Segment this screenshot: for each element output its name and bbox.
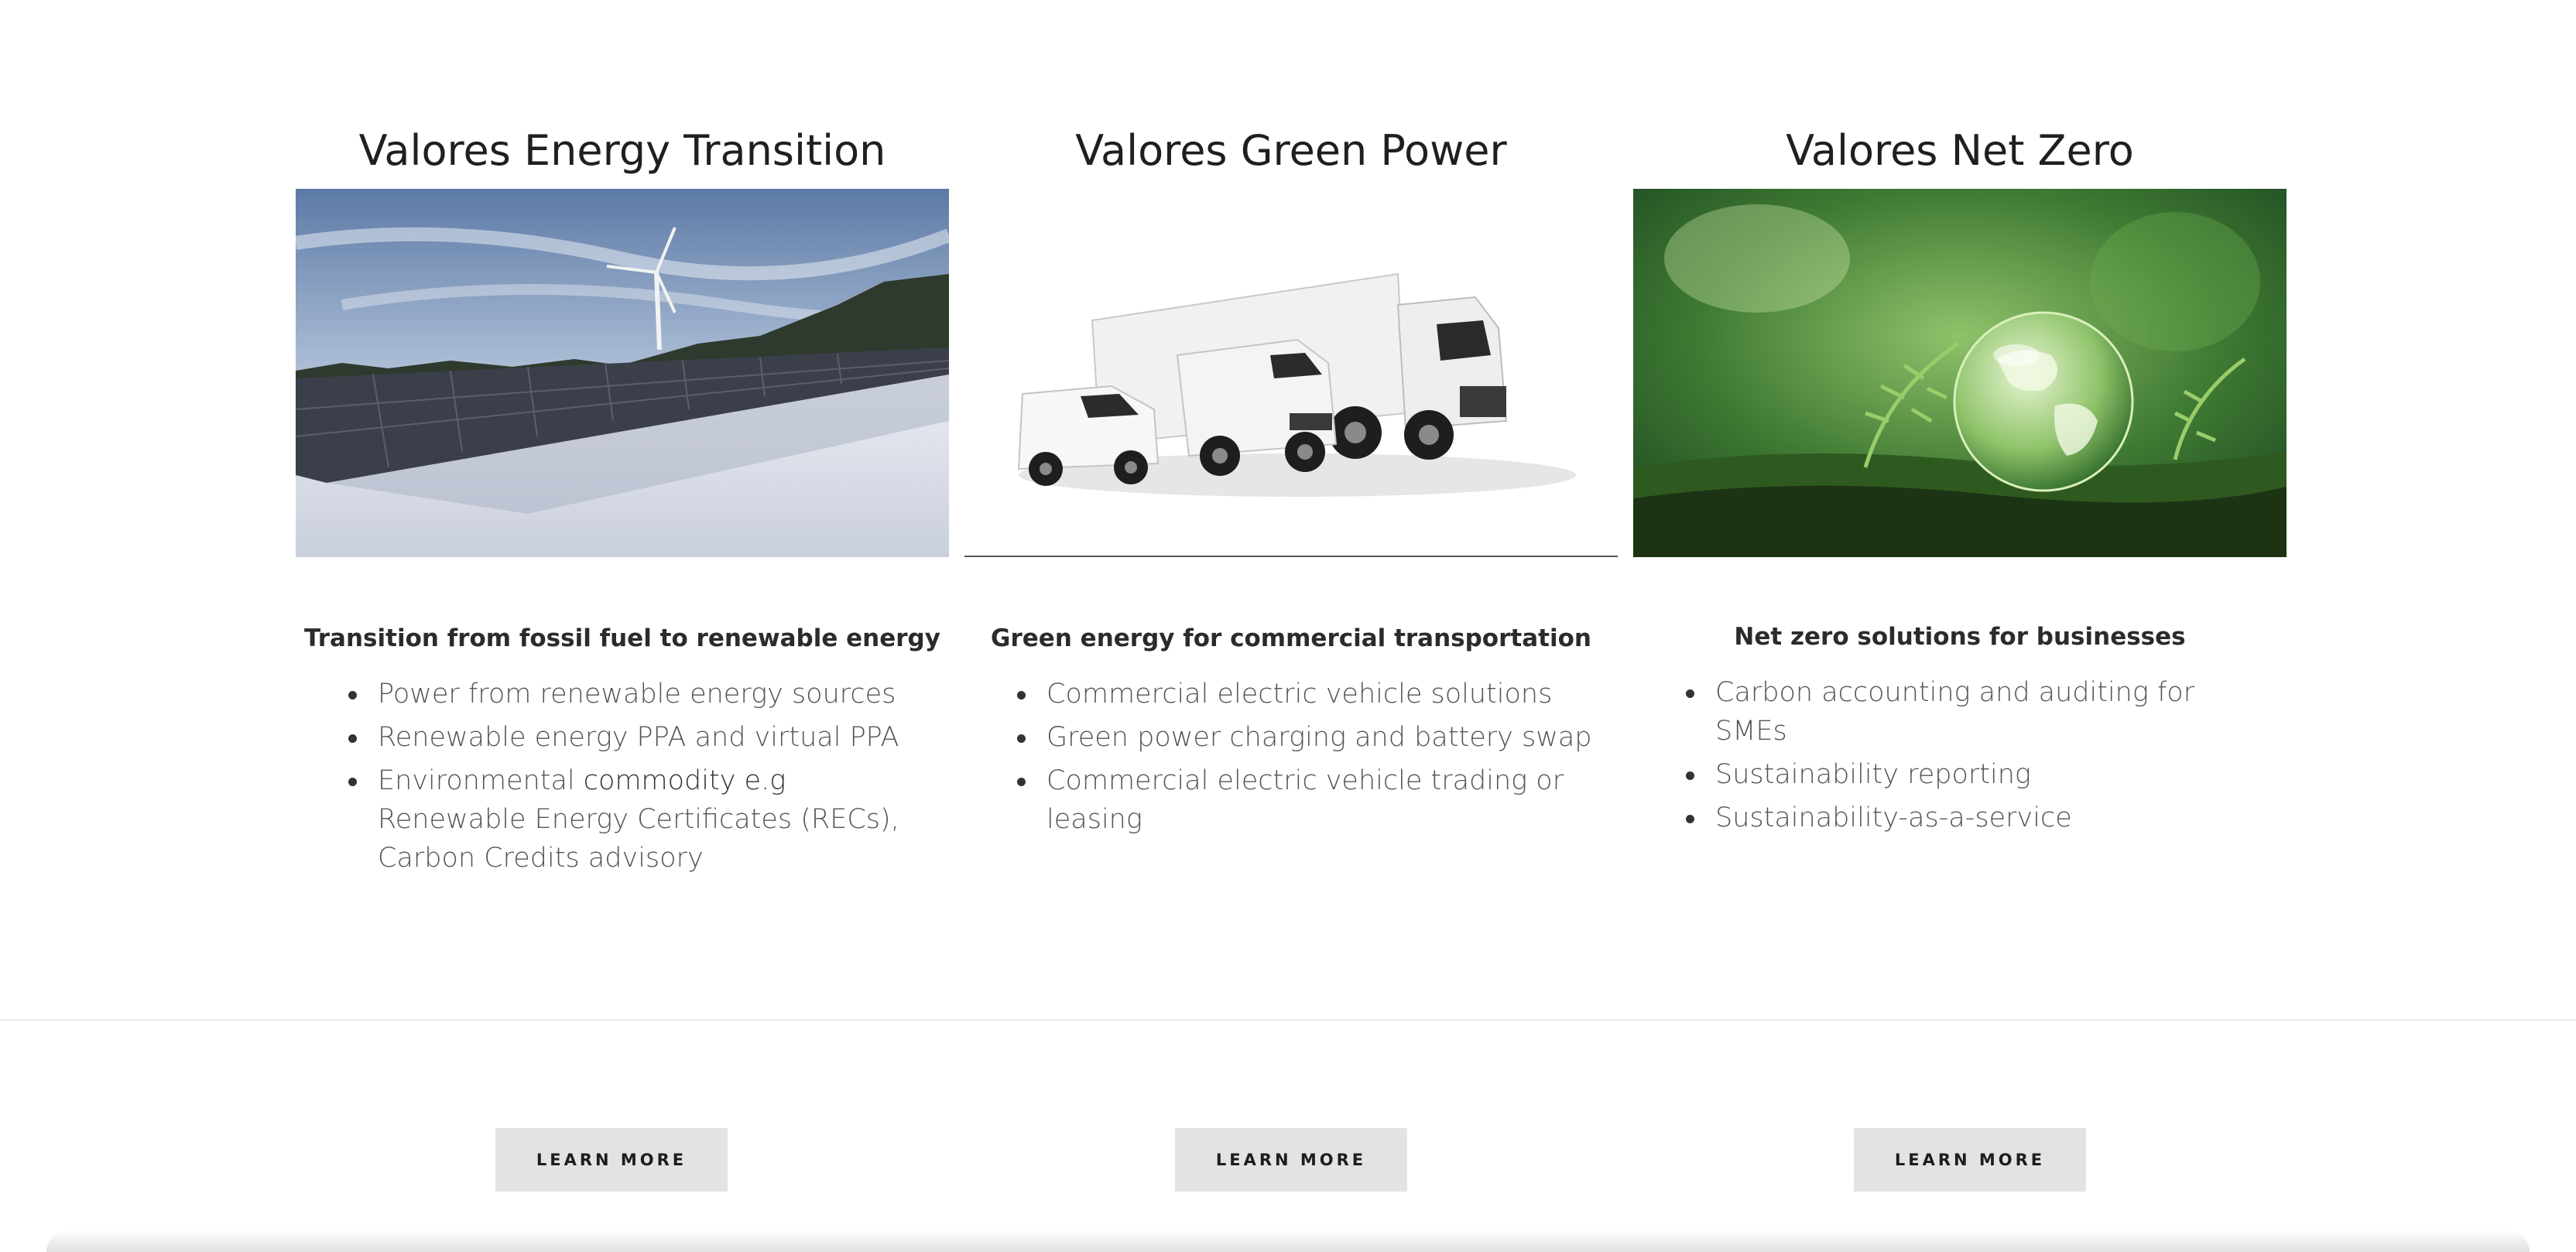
column-title: Valores Net Zero bbox=[1786, 125, 2134, 175]
list-item-text: Renewable Energy Certificates (RECs), Ca… bbox=[378, 804, 899, 874]
glass-globe-image bbox=[1633, 189, 2287, 557]
learn-more-button-green-power[interactable]: LEARN MORE bbox=[1175, 1128, 1407, 1192]
column-subtitle: Net zero solutions for businesses bbox=[1734, 623, 2186, 651]
bottom-panel-shadow bbox=[46, 1230, 2530, 1252]
commodity-link[interactable]: commodity e.g bbox=[584, 765, 786, 796]
column-title: Valores Green Power bbox=[1075, 125, 1507, 175]
solar-panels-image bbox=[296, 189, 949, 557]
learn-more-button-energy-transition[interactable]: LEARN MORE bbox=[495, 1128, 728, 1192]
list-item: Commercial electric vehicle trading or l… bbox=[1017, 761, 1604, 839]
list-item-text: Environmental bbox=[378, 765, 584, 796]
feature-list: Carbon accounting and auditing for SMEs … bbox=[1686, 673, 2273, 842]
column-title: Valores Energy Transition bbox=[358, 125, 886, 175]
section-divider bbox=[0, 1019, 2576, 1021]
page: Valores Energy Transition Transition fro… bbox=[0, 0, 2576, 1252]
list-item: Carbon accounting and auditing for SMEs bbox=[1686, 673, 2273, 751]
list-item: Sustainability-as-a-service bbox=[1686, 799, 2273, 837]
list-item: Power from renewable energy sources bbox=[348, 675, 935, 713]
list-item: Commercial electric vehicle solutions bbox=[1017, 675, 1604, 713]
list-item: Sustainability reporting bbox=[1686, 755, 2273, 794]
list-item: Renewable energy PPA and virtual PPA bbox=[348, 718, 935, 757]
column-subtitle: Green energy for commercial transportati… bbox=[991, 624, 1591, 652]
feature-list: Commercial electric vehicle solutions Gr… bbox=[1017, 675, 1604, 843]
list-item: Environmental commodity e.g Renewable En… bbox=[348, 761, 935, 877]
column-subtitle: Transition from fossil fuel to renewable… bbox=[304, 624, 940, 652]
learn-more-button-net-zero[interactable]: LEARN MORE bbox=[1854, 1128, 2086, 1192]
list-item: Green power charging and battery swap bbox=[1017, 718, 1604, 757]
commercial-vehicles-image bbox=[964, 189, 1618, 557]
feature-list: Power from renewable energy sources Rene… bbox=[348, 675, 935, 882]
